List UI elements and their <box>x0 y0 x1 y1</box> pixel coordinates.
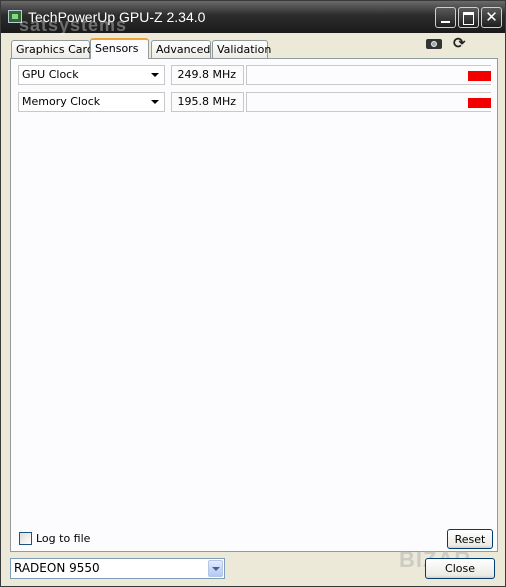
refresh-icon[interactable]: ⟳ <box>453 36 469 51</box>
sensor-value: 249.8 MHz <box>171 65 244 85</box>
sensor-row: Memory Clock 195.8 MHz <box>18 92 491 112</box>
title-bar[interactable]: TechPowerUp GPU-Z 2.34.0 satsystems ✕ <box>1 1 505 35</box>
tab-advanced[interactable]: Advanced <box>151 40 211 58</box>
sensors-panel: GPU Clock 249.8 MHz Memory Clock 195.8 M… <box>10 58 498 552</box>
gpu-select-value: RADEON 9550 <box>14 561 100 575</box>
chevron-down-icon <box>151 100 159 104</box>
chevron-down-icon <box>151 73 159 77</box>
sensor-graph <box>246 92 491 112</box>
overlay-watermark: satsystems <box>19 15 128 35</box>
close-window-button[interactable]: ✕ <box>481 7 502 28</box>
gpu-z-window: TechPowerUp GPU-Z 2.34.0 satsystems ✕ Gr… <box>0 0 506 587</box>
log-to-file-label[interactable]: Log to file <box>36 532 90 545</box>
sensor-graph-bar <box>468 71 491 81</box>
minimize-button[interactable] <box>435 7 456 28</box>
sensor-name-dropdown[interactable]: GPU Clock <box>18 65 165 85</box>
sensor-graph-bar <box>468 98 491 108</box>
tab-sensors[interactable]: Sensors <box>90 38 149 59</box>
maximize-button[interactable] <box>458 7 479 28</box>
gpu-select[interactable]: RADEON 9550 <box>10 558 225 579</box>
tab-validation[interactable]: Validation <box>212 40 271 58</box>
sensor-value: 195.8 MHz <box>171 92 244 112</box>
sensor-name-label: GPU Clock <box>22 68 79 81</box>
log-to-file-checkbox[interactable] <box>19 532 32 545</box>
tab-graphics-card[interactable]: Graphics Card <box>11 40 94 58</box>
chevron-down-icon[interactable] <box>208 560 223 577</box>
sensor-graph <box>246 65 491 85</box>
sensor-name-dropdown[interactable]: Memory Clock <box>18 92 165 112</box>
reset-button[interactable]: Reset <box>447 529 493 549</box>
camera-icon[interactable] <box>426 36 442 50</box>
close-icon: ✕ <box>485 8 498 26</box>
sensor-name-label: Memory Clock <box>22 95 101 108</box>
sensor-row: GPU Clock 249.8 MHz <box>18 65 491 85</box>
close-button[interactable]: Close <box>425 558 495 579</box>
